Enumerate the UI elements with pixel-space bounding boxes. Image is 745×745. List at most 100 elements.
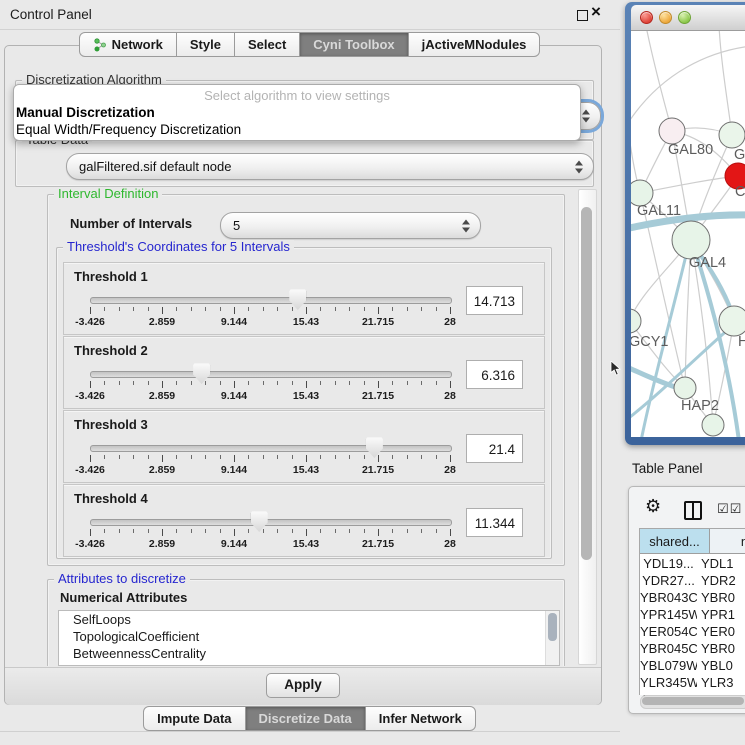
tab-style[interactable]: Style xyxy=(176,32,235,57)
threshold-1-slider-track[interactable] xyxy=(90,297,452,304)
slider-tick xyxy=(248,529,249,533)
cell-shared-name[interactable]: YPR145W xyxy=(640,606,697,623)
combo-stepper-icon xyxy=(462,219,471,232)
cell-shared-name[interactable]: YBR045C xyxy=(640,640,697,657)
cell-shared-name[interactable]: YBL079W xyxy=(640,657,697,674)
cell-shared-name[interactable]: YER054C xyxy=(640,623,697,640)
attributes-group: Attributes to discretize Numerical Attri… xyxy=(47,579,565,666)
network-node[interactable] xyxy=(719,122,745,148)
table-row[interactable]: YDR27...YDR2 xyxy=(640,572,745,589)
thresholds-group-title: Threshold's Coordinates for 5 Intervals xyxy=(63,240,294,254)
attributes-scrollbar-thumb[interactable] xyxy=(548,613,557,641)
cell-shared-name[interactable]: YLR345W xyxy=(640,674,697,691)
slider-tick xyxy=(176,307,177,311)
threshold-2-value-field[interactable]: 6.316 xyxy=(466,360,523,389)
network-canvas[interactable]: GAL80GALCGAL11GAL4GCY1HHAP2 xyxy=(631,31,745,437)
slider-tick-label: 21.715 xyxy=(362,538,394,550)
threshold-3-value-field[interactable]: 21.4 xyxy=(466,434,523,463)
number-of-intervals-combobox[interactable]: 5 xyxy=(220,212,481,239)
cell-name[interactable]: YER0 xyxy=(697,623,745,640)
combo-stepper-icon xyxy=(582,110,591,123)
float-panel-icon[interactable] xyxy=(577,10,588,21)
threshold-1-value-field[interactable]: 14.713 xyxy=(466,286,523,315)
close-window-icon[interactable] xyxy=(640,11,653,24)
table-row[interactable]: YER054CYER0 xyxy=(640,623,745,640)
algorithm-option-manual[interactable]: Manual Discretization xyxy=(14,104,580,121)
table-row[interactable]: YPR145WYPR1 xyxy=(640,606,745,623)
column-header-shared-name[interactable]: shared... xyxy=(640,529,710,554)
slider-tick xyxy=(263,381,264,385)
attribute-list-item[interactable]: SelfLoops xyxy=(59,611,559,628)
threshold-2-slider-track[interactable] xyxy=(90,371,452,378)
cell-shared-name[interactable]: YDL19... xyxy=(640,555,697,572)
tab-jactivemnodules[interactable]: jActiveMNodules xyxy=(408,32,541,57)
slider-tick-label: 28 xyxy=(444,538,456,550)
cell-shared-name[interactable]: YBR043C xyxy=(640,589,697,606)
cell-name[interactable]: YDL1 xyxy=(697,555,745,572)
table-data-combobox[interactable]: galFiltered.sif default node xyxy=(66,153,594,180)
apply-button[interactable]: Apply xyxy=(266,673,340,698)
slider-tick-label: 21.715 xyxy=(362,464,394,476)
network-node[interactable] xyxy=(672,221,710,259)
network-node[interactable] xyxy=(659,118,685,144)
settings-vertical-scrollbar[interactable] xyxy=(578,189,597,665)
tab-network[interactable]: Network xyxy=(79,32,177,57)
table-row[interactable]: YBL079WYBL0 xyxy=(640,657,745,674)
column-layout-icon[interactable] xyxy=(684,501,702,520)
attribute-list-item[interactable]: TopologicalCoefficient xyxy=(59,628,559,645)
close-panel-icon[interactable]: × xyxy=(591,2,601,22)
zoom-window-icon[interactable] xyxy=(678,11,691,24)
checkbox-columns-icon[interactable]: ☑☑ xyxy=(717,502,742,517)
slider-tick-label: 28 xyxy=(444,316,456,328)
cell-name[interactable]: YBR0 xyxy=(697,589,745,606)
tab-impute-data[interactable]: Impute Data xyxy=(143,706,245,731)
slider-tick xyxy=(364,455,365,459)
table-row[interactable]: YBR043CYBR0 xyxy=(640,589,745,606)
table-horizontal-scrollbar[interactable] xyxy=(640,695,745,709)
cell-name[interactable]: YBL0 xyxy=(697,657,745,674)
slider-tick xyxy=(392,381,393,385)
network-node[interactable] xyxy=(702,414,724,436)
threshold-4-value-field[interactable]: 11.344 xyxy=(466,508,523,537)
cell-shared-name[interactable]: YDR27... xyxy=(640,572,697,589)
gear-icon[interactable]: ⚙ xyxy=(645,496,661,517)
algorithm-option-equal-width[interactable]: Equal Width/Frequency Discretization xyxy=(14,121,580,138)
network-node[interactable] xyxy=(719,306,745,336)
threshold-4-slider-track[interactable] xyxy=(90,519,452,526)
slider-tick xyxy=(306,529,307,536)
cell-name[interactable]: YDR2 xyxy=(697,572,745,589)
cell-name[interactable]: YBR0 xyxy=(697,640,745,657)
attribute-list-item[interactable]: BetweennessCentrality xyxy=(59,645,559,662)
slider-tick xyxy=(162,307,163,314)
minimize-window-icon[interactable] xyxy=(659,11,672,24)
network-window-titlebar[interactable] xyxy=(631,5,745,31)
tab-infer-network[interactable]: Infer Network xyxy=(365,706,476,731)
table-row[interactable]: YBR045CYBR0 xyxy=(640,640,745,657)
table-scrollbar-thumb[interactable] xyxy=(642,697,744,705)
slider-tick xyxy=(119,381,120,385)
table-row[interactable]: YDL19...YDL1 xyxy=(640,555,745,572)
slider-tick xyxy=(378,455,379,462)
column-header-name[interactable]: n xyxy=(710,529,745,554)
cell-name[interactable]: YLR3 xyxy=(697,674,745,691)
slider-tick xyxy=(248,307,249,311)
slider-tick-label: 2.859 xyxy=(149,538,175,550)
slider-tick xyxy=(392,455,393,459)
slider-tick xyxy=(162,529,163,536)
slider-tick xyxy=(292,307,293,311)
network-node[interactable] xyxy=(631,309,641,333)
slider-tick xyxy=(436,307,437,311)
tab-select[interactable]: Select xyxy=(234,32,300,57)
attributes-list-scrollbar[interactable] xyxy=(545,611,559,665)
network-node-label: GAL xyxy=(734,147,745,163)
tab-discretize-data[interactable]: Discretize Data xyxy=(245,706,366,731)
cell-name[interactable]: YPR1 xyxy=(697,606,745,623)
settings-scrollbar-thumb[interactable] xyxy=(581,207,592,560)
threshold-3-slider-track[interactable] xyxy=(90,445,452,452)
table-row[interactable]: YLR345WYLR3 xyxy=(640,674,745,691)
network-node[interactable] xyxy=(674,377,696,399)
slider-tick xyxy=(407,455,408,459)
slider-tick xyxy=(306,455,307,462)
tab-cyni-toolbox[interactable]: Cyni Toolbox xyxy=(299,32,408,57)
slider-tick xyxy=(205,529,206,533)
